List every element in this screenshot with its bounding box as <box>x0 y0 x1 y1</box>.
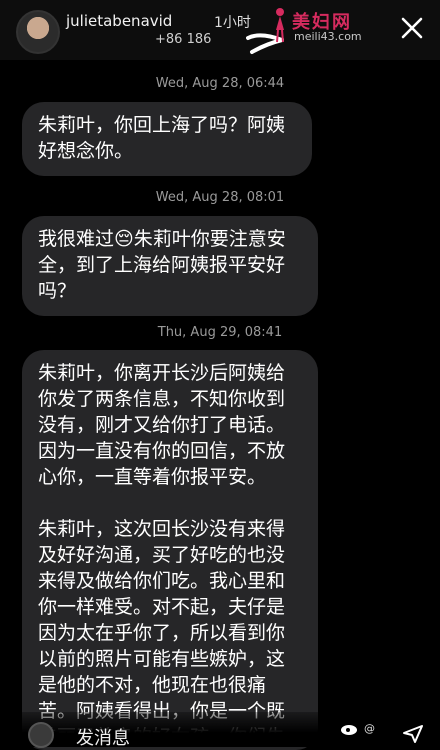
phone-number: +86 186 <box>155 32 212 47</box>
site-watermark: 美妇网 meili43.com <box>272 6 382 46</box>
close-icon[interactable] <box>398 14 426 42</box>
message-timestamp: Thu, Aug 29, 08:41 <box>157 325 283 340</box>
story-header: julietabenavid 1小时 +86 186 美妇网 meili43.c… <box>0 0 440 60</box>
weibo-handle: @ <box>364 722 375 735</box>
watermark-url: meili43.com <box>294 30 362 43</box>
post-time: 1小时 <box>214 15 251 31</box>
message-bubble[interactable]: 朱莉叶，你离开长沙后阿姨给 你发了两条信息，不知你收到 没有，刚才又给你打了电话… <box>22 350 318 750</box>
camera-icon[interactable] <box>28 722 54 748</box>
watermark-figure-icon <box>276 8 284 43</box>
share-icon[interactable] <box>402 724 424 744</box>
message-input[interactable]: 发消息 <box>76 724 130 750</box>
username[interactable]: julietabenavid <box>66 12 172 30</box>
message-bubble[interactable]: 我很难过😔朱莉叶你要注意安 全，到了上海给阿姨报平安好 吗？ <box>22 216 318 316</box>
message-timestamp: Wed, Aug 28, 06:44 <box>155 76 285 91</box>
avatar[interactable] <box>16 10 60 54</box>
message-bubble[interactable]: 朱莉叶，你回上海了吗？阿姨 好想念你。 <box>22 102 312 176</box>
weibo-icon <box>341 725 357 735</box>
message-timestamp: Wed, Aug 28, 08:01 <box>155 190 285 205</box>
